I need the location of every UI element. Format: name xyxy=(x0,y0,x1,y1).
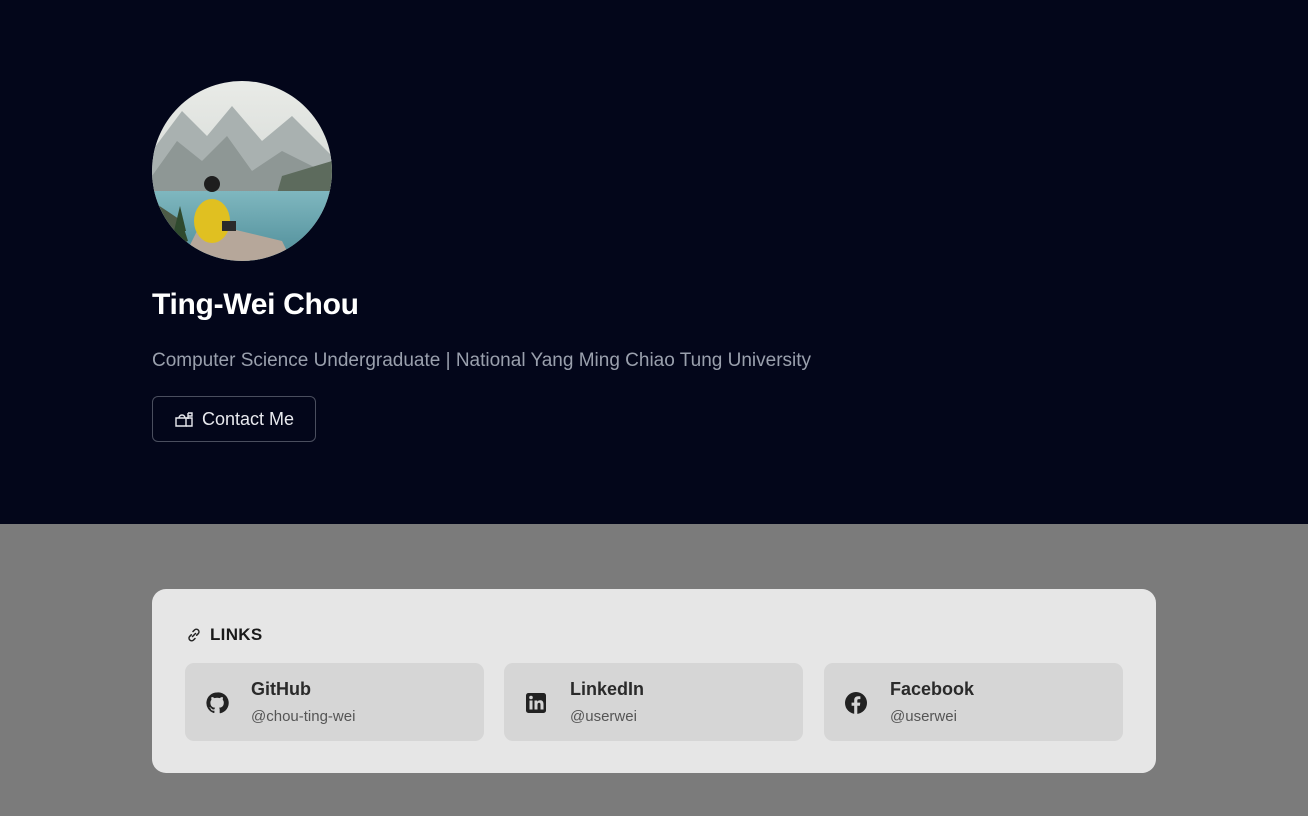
links-card: LINKS GitHub @chou-ting-wei LinkedIn @us… xyxy=(152,589,1156,773)
contact-me-label: Contact Me xyxy=(201,408,295,429)
linkedin-title: LinkedIn xyxy=(570,679,645,699)
profile-subtitle: Computer Science Undergraduate | Nationa… xyxy=(152,350,812,371)
links-header: LINKS xyxy=(186,625,263,645)
github-icon xyxy=(205,691,229,715)
link-tile-linkedin[interactable]: LinkedIn @userwei xyxy=(504,663,803,741)
linkedin-handle: @userwei xyxy=(570,708,637,725)
linkedin-icon xyxy=(524,691,548,715)
avatar xyxy=(152,81,332,261)
hero-section: Ting-Wei Chou Computer Science Undergrad… xyxy=(0,0,1308,524)
mailbox-icon xyxy=(174,410,194,428)
link-icon xyxy=(186,627,202,643)
github-handle: @chou-ting-wei xyxy=(251,708,356,725)
link-tile-facebook[interactable]: Facebook @userwei xyxy=(824,663,1123,741)
contact-me-button[interactable]: Contact Me xyxy=(152,396,316,442)
link-tile-github[interactable]: GitHub @chou-ting-wei xyxy=(185,663,484,741)
facebook-handle: @userwei xyxy=(890,708,957,725)
facebook-icon xyxy=(844,691,868,715)
links-heading: LINKS xyxy=(210,625,263,644)
github-title: GitHub xyxy=(251,679,311,699)
facebook-title: Facebook xyxy=(890,679,975,699)
profile-name: Ting-Wei Chou xyxy=(152,288,359,321)
